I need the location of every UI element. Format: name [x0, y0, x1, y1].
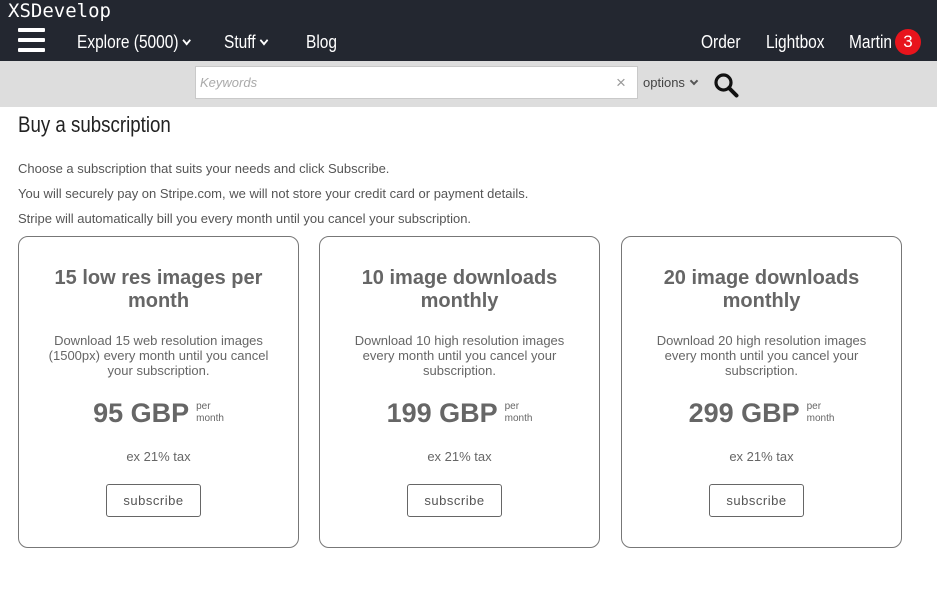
search-options-dropdown[interactable]: options	[643, 75, 699, 90]
hamburger-icon[interactable]	[18, 28, 45, 54]
page-title: Buy a subscription	[18, 112, 171, 137]
plan-tax-note: ex 21% tax	[126, 449, 191, 464]
price-unit: per month	[196, 401, 224, 425]
search-bar: × options	[0, 61, 937, 107]
plan-tax-note: ex 21% tax	[427, 449, 492, 464]
plan-title: 10 image downloads monthly	[361, 267, 558, 312]
nav-stuff[interactable]: Stuff	[224, 30, 268, 54]
price-unit-bottom: month	[504, 413, 533, 424]
top-header: XSDevelop Explore (5000) Stuff Blog Orde…	[0, 0, 937, 61]
chevron-down-icon	[182, 35, 191, 46]
subscribe-button[interactable]: subscribe	[106, 484, 201, 517]
plan-price: 299 GBP per month	[622, 397, 901, 431]
plan-card: 10 image downloads monthly Download 10 h…	[319, 236, 600, 548]
price-unit-bottom: month	[196, 413, 224, 424]
subscribe-button[interactable]: subscribe	[709, 484, 804, 517]
close-icon[interactable]: ×	[616, 73, 626, 93]
plan-title: 20 image downloads monthly	[663, 267, 860, 312]
plan-description: Download 10 high resolution images every…	[354, 333, 565, 378]
nav-user[interactable]: Martin	[849, 30, 892, 54]
nav-lightbox[interactable]: Lightbox	[766, 30, 825, 54]
price-unit-top: per	[196, 401, 211, 412]
plan-description: Download 20 high resolution images every…	[656, 333, 867, 378]
intro-text: Stripe will automatically bill you every…	[18, 211, 472, 226]
plan-tax-note: ex 21% tax	[729, 449, 794, 464]
search-field: ×	[195, 66, 638, 99]
plan-card: 15 low res images per month Download 15 …	[18, 236, 299, 548]
price-unit-top: per	[504, 401, 520, 412]
chevron-down-icon	[689, 76, 699, 86]
notification-badge[interactable]: 3	[895, 29, 921, 55]
plan-title: 15 low res images per month	[54, 267, 263, 312]
search-input[interactable]	[200, 67, 610, 98]
nav-explore[interactable]: Explore (5000)	[77, 30, 191, 54]
intro-text: Choose a subscription that suits your ne…	[18, 161, 390, 176]
plan-description: Download 15 web resolution images (1500p…	[48, 333, 269, 378]
price-amount: 299 GBP	[688, 398, 800, 428]
subscribe-button[interactable]: subscribe	[407, 484, 502, 517]
site-title[interactable]: XSDevelop	[8, 0, 111, 22]
plan-card: 20 image downloads monthly Download 20 h…	[621, 236, 902, 548]
nav-explore-label: Explore (5000)	[77, 32, 179, 52]
plan-price: 199 GBP per month	[320, 397, 599, 431]
price-unit: per month	[505, 401, 533, 425]
plan-price: 95 GBP per month	[19, 397, 298, 431]
price-unit-bottom: month	[806, 413, 835, 424]
nav-stuff-label: Stuff	[224, 32, 256, 52]
intro-text: You will securely pay on Stripe.com, we …	[18, 186, 529, 201]
price-amount: 199 GBP	[386, 398, 498, 428]
search-icon[interactable]	[713, 72, 739, 98]
search-options-label: options	[643, 75, 685, 90]
price-unit-top: per	[806, 401, 822, 412]
price-unit: per month	[807, 401, 835, 425]
nav-blog[interactable]: Blog	[306, 30, 337, 54]
nav-order[interactable]: Order	[701, 30, 741, 54]
chevron-down-icon	[259, 35, 268, 46]
price-amount: 95 GBP	[93, 398, 190, 428]
